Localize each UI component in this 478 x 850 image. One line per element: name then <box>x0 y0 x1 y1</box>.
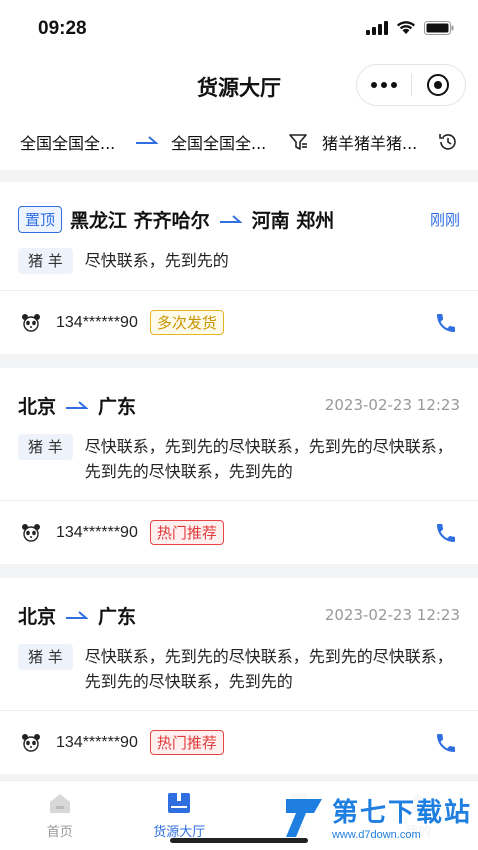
contact-phone: 134******90 <box>56 523 138 541</box>
cargo-detail: 猪 羊 尽快联系，先到先的尽快联系，先到先的尽快联系，先到先的尽快联系，先到先的 <box>18 644 460 694</box>
tab-home[interactable]: 首页 <box>0 781 120 850</box>
close-button[interactable] <box>411 73 465 97</box>
more-dot-icon <box>390 82 397 88</box>
home-icon <box>49 794 70 813</box>
watermark-title: 第七下载站 <box>331 798 472 828</box>
cargo-card[interactable]: 置顶 黑龙江 齐齐哈尔 河南 郑州 刚刚 猪 羊 尽快联系，先到先的 134**… <box>0 182 478 354</box>
post-time: 刚刚 <box>429 210 460 229</box>
card-footer: 134******90 多次发货 <box>0 290 478 354</box>
phone-call-icon[interactable] <box>434 311 458 335</box>
home-indicator <box>170 838 308 843</box>
route-to: 广东 <box>98 395 137 418</box>
route-from: 黑龙江 齐齐哈尔 <box>70 209 210 232</box>
cargo-filter[interactable]: 猪羊猪羊猪... <box>322 130 417 154</box>
status-time: 09:28 <box>38 18 87 39</box>
cargo-type-tag: 猪 羊 <box>18 644 73 670</box>
route-to: 广东 <box>98 605 137 628</box>
route-to: 河南 郑州 <box>251 209 335 232</box>
more-button[interactable] <box>357 82 411 88</box>
panda-avatar-icon <box>22 313 40 332</box>
route-row: 北京 广东 2023-02-23 12:23 <box>18 390 460 420</box>
cargo-description: 尽快联系，先到先的尽快联系，先到先的尽快联系，先到先的尽快联系，先到先的 <box>84 647 453 691</box>
cargo-detail: 猪 羊 尽快联系，先到先的尽快联系，先到先的尽快联系，先到先的尽快联系，先到先的 <box>18 434 460 484</box>
panda-avatar-icon <box>22 523 40 542</box>
pinned-tag: 置顶 <box>18 205 63 233</box>
wifi-icon <box>397 21 415 34</box>
contact-phone: 134******90 <box>56 313 138 331</box>
contact-phone: 134******90 <box>56 733 138 751</box>
route-row: 置顶 黑龙江 齐齐哈尔 河南 郑州 刚刚 <box>18 204 460 234</box>
status-icons <box>366 20 454 35</box>
phone-call-icon[interactable] <box>434 731 458 755</box>
history-icon[interactable] <box>437 131 459 153</box>
card-footer: 134******90 热门推荐 <box>0 500 478 564</box>
cargo-description: 尽快联系，先到先的 <box>84 251 229 270</box>
status-bar: 09:28 <box>0 0 478 60</box>
filter-bar: 全国全国全... 全国全国全... 猪羊猪羊猪... <box>0 112 478 170</box>
route-arrow-icon <box>66 611 89 619</box>
phone-call-icon[interactable] <box>434 521 458 545</box>
route-arrow-icon <box>66 401 89 409</box>
route-row: 北京 广东 2023-02-23 12:23 <box>18 600 460 630</box>
route-from: 北京 <box>18 395 57 418</box>
post-time: 2023-02-23 12:23 <box>324 396 460 414</box>
cargo-type-tag: 猪 羊 <box>18 248 73 274</box>
watermark-url: www.d7down.com <box>331 829 421 841</box>
watermark-logo-icon <box>285 798 322 837</box>
route-arrow-icon <box>219 215 242 223</box>
site-watermark: 第七下载站 www.d7down.com <box>279 792 472 841</box>
destination-filter[interactable]: 全国全国全... <box>171 130 266 154</box>
cargo-type-tag: 猪 羊 <box>18 434 73 460</box>
repeat-shipment-badge: 多次发货 <box>149 310 224 335</box>
cargo-box-icon <box>168 793 191 813</box>
more-dot-icon <box>380 82 387 88</box>
filter-icon[interactable] <box>288 132 308 152</box>
more-dot-icon <box>370 82 377 88</box>
origin-filter[interactable]: 全国全国全... <box>20 130 115 154</box>
route-from: 北京 <box>18 605 57 628</box>
cargo-description: 尽快联系，先到先的尽快联系，先到先的尽快联系，先到先的尽快联系，先到先的 <box>84 437 453 481</box>
cargo-card[interactable]: 北京 广东 2023-02-23 12:23 猪 羊 尽快联系，先到先的尽快联系… <box>0 578 478 774</box>
tab-label: 首页 <box>46 825 73 840</box>
close-target-icon <box>427 74 450 96</box>
hot-recommend-badge: 热门推荐 <box>149 730 224 755</box>
mini-program-capsule <box>356 64 466 106</box>
signal-icon <box>366 20 388 35</box>
route-arrow-icon <box>136 136 158 144</box>
cargo-detail: 猪 羊 尽快联系，先到先的 <box>18 248 460 274</box>
post-time: 2023-02-23 12:23 <box>324 606 460 624</box>
nav-bar: 货源大厅 <box>0 60 478 112</box>
cargo-card[interactable]: 北京 广东 2023-02-23 12:23 猪 羊 尽快联系，先到先的尽快联系… <box>0 368 478 564</box>
panda-avatar-icon <box>22 733 40 752</box>
card-footer: 134******90 热门推荐 <box>0 710 478 774</box>
battery-icon <box>424 20 454 35</box>
hot-recommend-badge: 热门推荐 <box>149 520 224 545</box>
cargo-list: 置顶 黑龙江 齐齐哈尔 河南 郑州 刚刚 猪 羊 尽快联系，先到先的 134**… <box>0 182 478 788</box>
